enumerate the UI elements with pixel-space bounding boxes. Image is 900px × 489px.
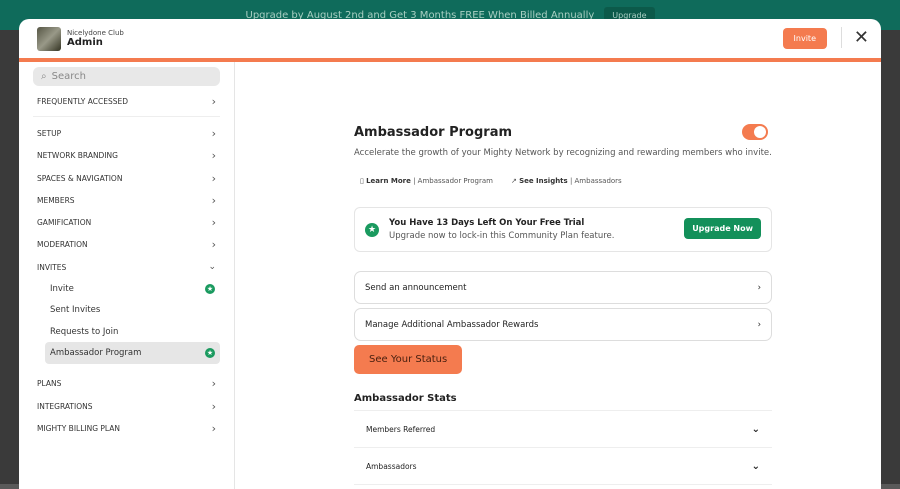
- chevron-right-icon: ›: [211, 193, 216, 207]
- close-icon[interactable]: ✕: [840, 27, 869, 48]
- sidebar-subitem-ambassador-program[interactable]: Ambassador Program ★: [45, 342, 220, 364]
- item-label: PLANS: [37, 379, 62, 389]
- stat-label: Ambassadors: [366, 461, 417, 471]
- stats-title: Ambassador Stats: [354, 393, 772, 411]
- search-input[interactable]: ⌕ Search: [33, 67, 220, 86]
- learn-more-link[interactable]: ▯ Learn More | Ambassador Program: [360, 177, 493, 185]
- sidebar-item-integrations[interactable]: INTEGRATIONS ›: [33, 395, 220, 417]
- chevron-right-icon: ›: [211, 149, 216, 163]
- item-label: SPACES & NAVIGATION: [37, 173, 123, 183]
- trial-subtitle: Upgrade now to lock-in this Community Pl…: [389, 231, 615, 241]
- row-label: Send an announcement: [365, 282, 467, 293]
- chevron-right-icon: ›: [211, 421, 216, 435]
- network-name: Nicelydone Club: [67, 29, 124, 37]
- invite-button[interactable]: Invite: [782, 28, 827, 49]
- item-label: MEMBERS: [37, 195, 75, 205]
- chevron-right-icon: ›: [211, 377, 216, 391]
- page-description: Accelerate the growth of your Mighty Net…: [354, 148, 772, 158]
- sidebar-item-frequently-accessed[interactable]: FREQUENTLY ACCESSED ›: [33, 90, 220, 112]
- ambassador-toggle[interactable]: [742, 124, 768, 140]
- sidebar-item-billing[interactable]: MIGHTY BILLING PLAN ›: [33, 417, 220, 439]
- see-status-button[interactable]: See Your Status: [354, 345, 463, 374]
- item-label: Invite: [50, 284, 74, 295]
- divider: [33, 116, 220, 118]
- item-label: Sent Invites: [50, 305, 101, 316]
- chevron-right-icon: ›: [211, 238, 216, 252]
- stat-label: Members Referred: [366, 424, 436, 434]
- sidebar-item-members[interactable]: MEMBERS ›: [33, 189, 220, 211]
- chevron-right-icon: ›: [757, 282, 761, 293]
- trend-icon: ↗: [510, 177, 520, 185]
- item-label: Requests to Join: [50, 326, 119, 337]
- chevron-right-icon: ›: [211, 171, 216, 185]
- sidebar-item-moderation[interactable]: MODERATION ›: [33, 234, 220, 256]
- item-label: INVITES: [37, 262, 67, 272]
- item-label: FREQUENTLY ACCESSED: [37, 96, 128, 106]
- chevron-right-icon: ›: [211, 399, 216, 413]
- item-label: Ambassador Program: [50, 347, 142, 358]
- item-label: MODERATION: [37, 240, 88, 250]
- row-label: Manage Additional Ambassador Rewards: [365, 319, 539, 330]
- chevron-down-icon: ⌄: [751, 460, 760, 472]
- page-title: Ambassador Program: [354, 125, 513, 140]
- chevron-right-icon: ›: [757, 319, 761, 330]
- modal-title: Admin: [67, 37, 103, 48]
- item-label: MIGHTY BILLING PLAN: [37, 423, 121, 433]
- item-label: INTEGRATIONS: [37, 401, 93, 411]
- link-target: | Ambassadors: [569, 177, 622, 185]
- item-label: GAMIFICATION: [37, 218, 92, 228]
- sidebar-item-spaces-navigation[interactable]: SPACES & NAVIGATION ›: [33, 167, 220, 189]
- see-insights-link[interactable]: ↗ See Insights | Ambassadors: [511, 177, 622, 185]
- item-label: NETWORK BRANDING: [37, 151, 118, 161]
- admin-modal: Nicelydone Club Admin Invite ✕ ⌕ Search FR…: [19, 19, 881, 489]
- link-label: Learn More: [366, 177, 411, 185]
- link-target: | Ambassador Program: [413, 177, 493, 185]
- main-content: Ambassador Program Accelerate the growth…: [354, 62, 772, 485]
- chevron-right-icon: ›: [211, 216, 216, 230]
- sidebar-subitem-requests[interactable]: Requests to Join: [45, 321, 220, 342]
- trial-title: You Have 13 Days Left On Your Free Trial: [389, 218, 585, 228]
- sidebar-subitem-invite[interactable]: Invite ★: [45, 278, 220, 299]
- chevron-right-icon: ›: [211, 126, 216, 140]
- star-badge-icon: ★: [205, 347, 215, 358]
- link-label: See Insights: [519, 177, 568, 185]
- sidebar-item-invites[interactable]: INVITES ⌄: [33, 256, 220, 278]
- item-label: SETUP: [37, 128, 62, 138]
- sidebar: ⌕ Search FREQUENTLY ACCESSED › SETUP › NETW…: [19, 62, 235, 489]
- star-badge-icon: ★: [365, 222, 379, 237]
- stat-ambassadors[interactable]: Ambassadors ⌄: [354, 448, 772, 485]
- sidebar-item-network-branding[interactable]: NETWORK BRANDING ›: [33, 145, 220, 167]
- modal-header: Nicelydone Club Admin Invite ✕: [19, 19, 881, 58]
- send-announcement-row[interactable]: Send an announcement ›: [354, 271, 772, 304]
- sidebar-item-gamification[interactable]: GAMIFICATION ›: [33, 211, 220, 233]
- sidebar-item-setup[interactable]: SETUP ›: [33, 122, 220, 144]
- chevron-right-icon: ›: [211, 94, 216, 108]
- upgrade-now-button[interactable]: Upgrade Now: [684, 218, 761, 239]
- stat-members-referred[interactable]: Members Referred ⌄: [354, 411, 772, 448]
- search-placeholder: Search: [51, 71, 86, 82]
- chevron-down-icon: ⌄: [751, 423, 760, 435]
- chevron-down-icon: ⌄: [208, 262, 216, 273]
- trial-card: ★ You Have 13 Days Left On Your Free Tri…: [354, 207, 772, 252]
- search-icon: ⌕: [41, 71, 47, 82]
- sidebar-item-plans[interactable]: PLANS ›: [33, 373, 220, 395]
- manage-rewards-row[interactable]: Manage Additional Ambassador Rewards ›: [354, 308, 772, 341]
- sidebar-subitem-sent-invites[interactable]: Sent Invites: [45, 300, 220, 321]
- network-logo: [37, 26, 61, 51]
- star-badge-icon: ★: [205, 284, 215, 295]
